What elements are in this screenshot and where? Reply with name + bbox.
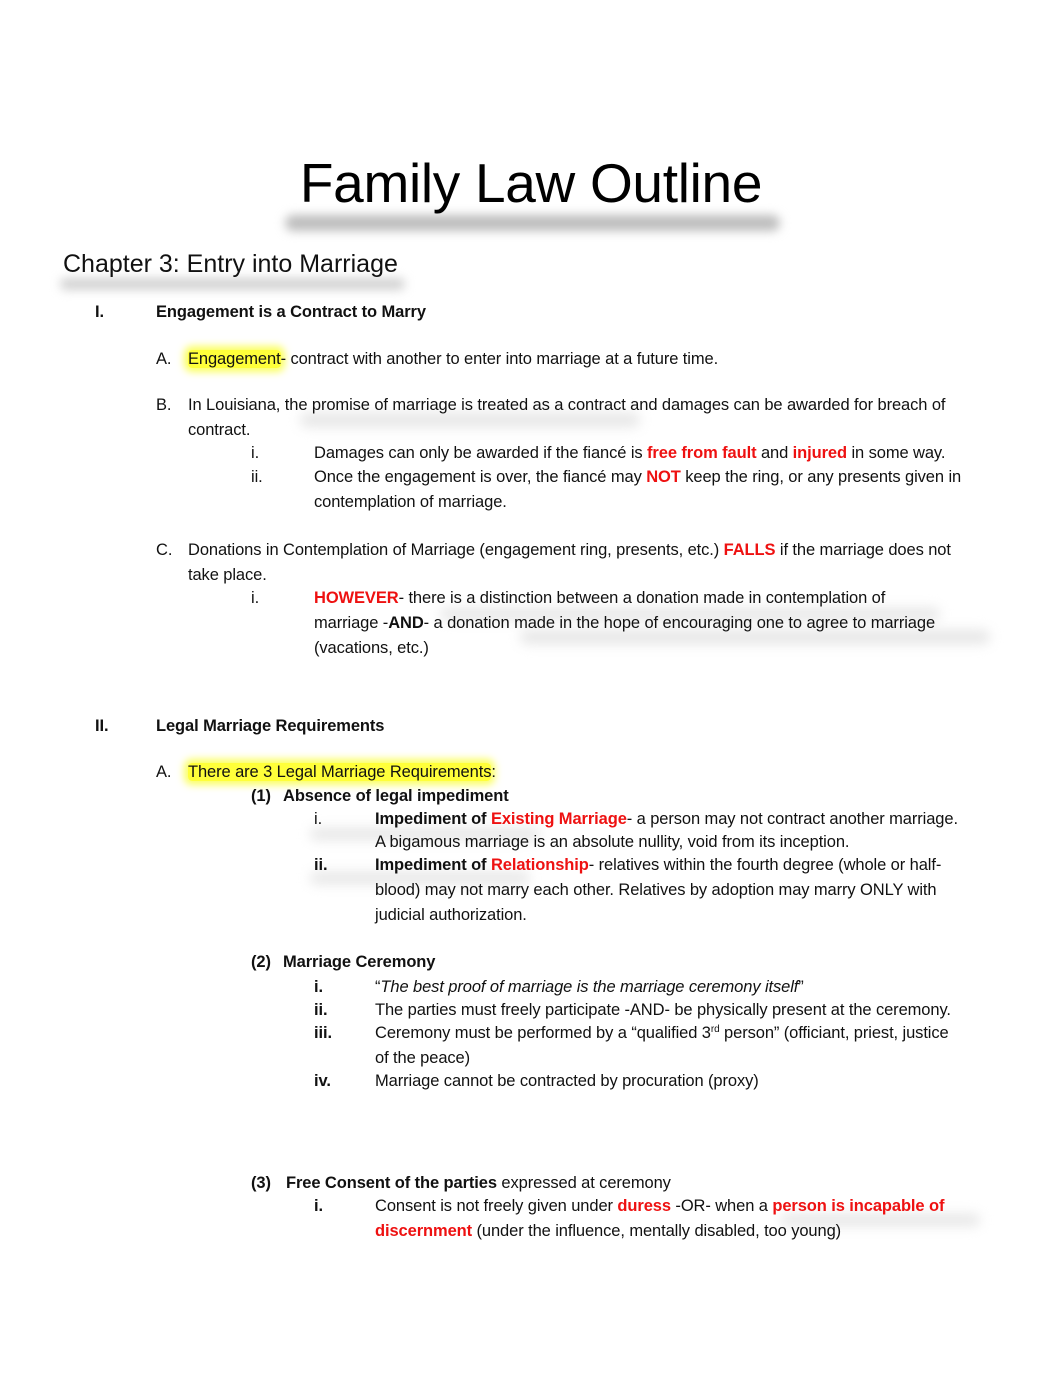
highlighted-text: There are 3 Legal Marriage Requirements xyxy=(188,763,492,781)
requirement-title: Free Consent of the parties expressed at… xyxy=(286,1174,671,1192)
requirement-title: Absence of legal impediment xyxy=(283,787,509,805)
item-text: Engagement- contract with another to ent… xyxy=(188,350,719,368)
sub-item-text: marriage -AND- a donation made in the ho… xyxy=(314,614,936,632)
section-numeral: II. xyxy=(95,717,109,735)
requirement-label: (1) xyxy=(251,787,271,805)
item-text: In Louisiana, the promise of marriage is… xyxy=(188,396,946,414)
highlighted-term: Engagement xyxy=(188,350,281,368)
item-label: A. xyxy=(156,763,172,781)
item-text: There are 3 Legal Marriage Requirements: xyxy=(188,763,496,781)
sub-item-text: Consent is not freely given under duress… xyxy=(375,1197,945,1215)
sub-item-text: judicial authorization. xyxy=(375,906,527,924)
sub-item-text: blood) may not marry each other. Relativ… xyxy=(375,881,937,899)
requirement-label: (2) xyxy=(251,953,271,971)
requirement-title: Marriage Ceremony xyxy=(283,953,436,971)
chapter-heading: Chapter 3: Entry into Marriage xyxy=(63,250,398,278)
sub-item-text: Impediment of Existing Marriage- a perso… xyxy=(375,810,958,828)
sub-item-text: The parties must freely participate -AND… xyxy=(375,1001,951,1019)
sub-item-text: contemplation of marriage. xyxy=(314,493,507,511)
sub-item-label: i. xyxy=(251,444,260,462)
sub-item-label: iii. xyxy=(314,1024,332,1042)
sub-item-text: discernment (under the influence, mental… xyxy=(375,1222,842,1240)
item-text: contract. xyxy=(188,421,251,439)
section-heading: Engagement is a Contract to Marry xyxy=(156,303,426,321)
title-shadow xyxy=(285,215,780,231)
sub-item-text: Impediment of Relationship- relatives wi… xyxy=(375,856,942,874)
requirement-label: (3) xyxy=(251,1174,271,1192)
sub-item-label: ii. xyxy=(314,1001,328,1019)
sub-item-label: ii. xyxy=(251,468,263,486)
sub-item-text: Once the engagement is over, the fiancé … xyxy=(314,468,962,486)
document-title: Family Law Outline xyxy=(299,152,763,214)
sub-item-text: (vacations, etc.) xyxy=(314,639,429,657)
sub-item-text: HOWEVER- there is a distinction between … xyxy=(314,589,886,607)
sub-item-label: i. xyxy=(314,1197,323,1215)
item-text: Donations in Contemplation of Marriage (… xyxy=(188,541,951,559)
sub-item-text: “The best proof of marriage is the marri… xyxy=(375,978,804,996)
sub-item-text: Damages can only be awarded if the fianc… xyxy=(314,444,946,462)
sub-item-label: i. xyxy=(314,810,323,828)
sub-item-text: Marriage cannot be contracted by procura… xyxy=(375,1072,759,1090)
section-numeral: I. xyxy=(95,303,104,321)
sub-item-label: iv. xyxy=(314,1072,331,1090)
sub-item-label: ii. xyxy=(314,856,328,874)
sub-item-label: i. xyxy=(251,589,260,607)
sub-item-text: Ceremony must be performed by a “qualifi… xyxy=(375,1024,949,1042)
sub-item-text: of the peace) xyxy=(375,1049,471,1067)
item-label: C. xyxy=(156,541,173,559)
sub-item-label: i. xyxy=(314,978,323,996)
item-text: take place. xyxy=(188,566,267,584)
section-heading: Legal Marriage Requirements xyxy=(156,717,385,735)
item-label: B. xyxy=(156,396,172,414)
sub-item-text: A bigamous marriage is an absolute nulli… xyxy=(375,833,850,851)
item-label: A. xyxy=(156,350,172,368)
